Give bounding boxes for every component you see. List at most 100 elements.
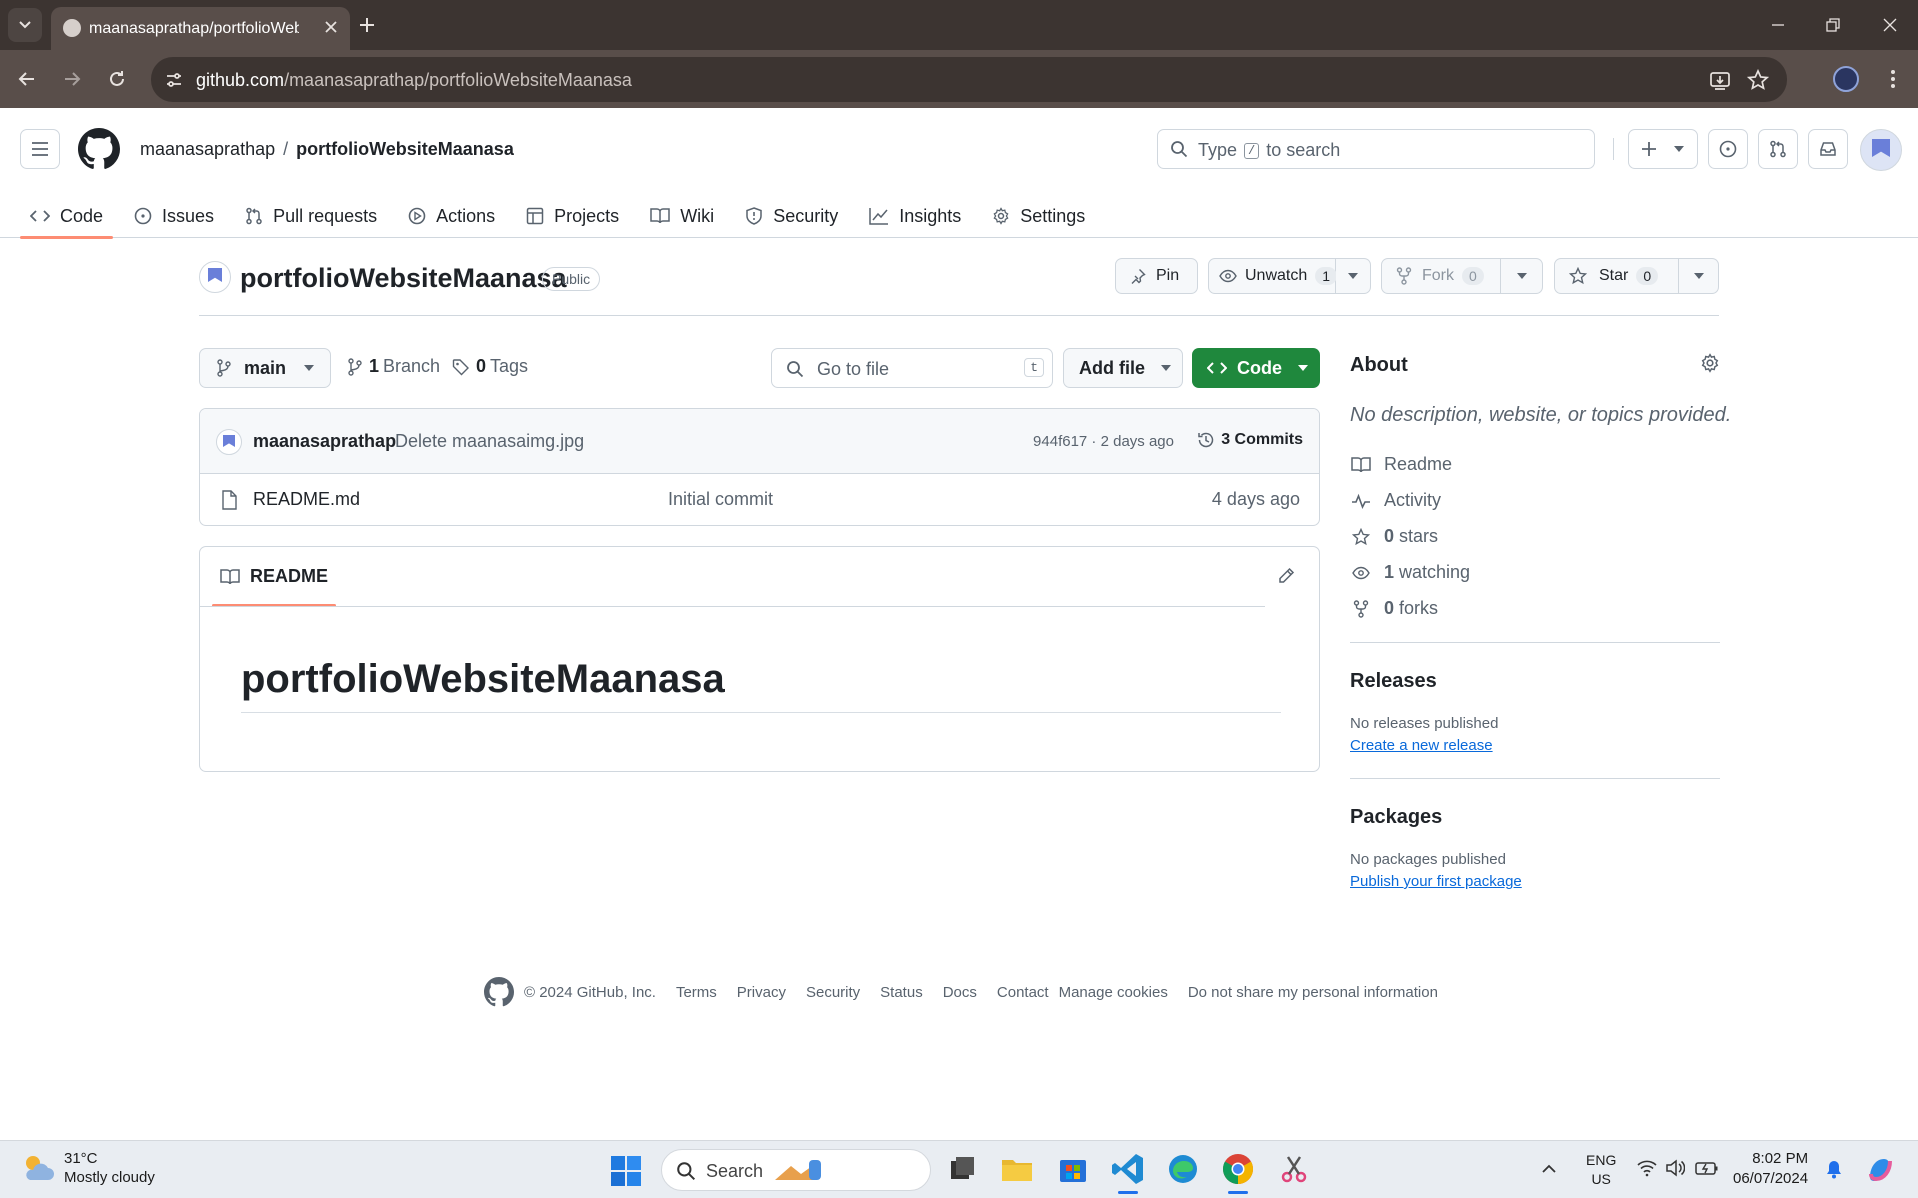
- edge-icon[interactable]: [1165, 1151, 1201, 1187]
- profile-avatar-button[interactable]: [1829, 62, 1863, 96]
- file-name-link[interactable]: README.md: [253, 489, 360, 510]
- pull-requests-button[interactable]: [1758, 129, 1798, 169]
- tab-wiki[interactable]: Wiki: [640, 194, 724, 238]
- create-release-link[interactable]: Create a new release: [1350, 737, 1493, 754]
- readme-link[interactable]: Readme: [1350, 454, 1452, 475]
- forward-button[interactable]: [55, 62, 89, 96]
- snipping-tool-icon[interactable]: [1276, 1151, 1312, 1187]
- watch-options-dropdown[interactable]: [1336, 258, 1371, 294]
- chevron-down-icon: [19, 21, 31, 29]
- restore-button[interactable]: [1813, 8, 1853, 42]
- footer-link-docs[interactable]: Docs: [943, 984, 977, 1001]
- tags-link[interactable]: 0 Tags: [452, 356, 528, 377]
- inbox-button[interactable]: [1808, 129, 1848, 169]
- task-view-icon[interactable]: [944, 1151, 980, 1187]
- footer-link-manage-cookies[interactable]: Manage cookies: [1059, 984, 1168, 1001]
- tray-overflow-chevron-icon[interactable]: [1540, 1151, 1558, 1187]
- commit-author-link[interactable]: maanasaprathap: [253, 431, 396, 452]
- close-window-button[interactable]: [1870, 8, 1910, 42]
- branch-selector[interactable]: main: [199, 348, 331, 388]
- address-bar[interactable]: github.com/maanasaprathap/portfolioWebsi…: [151, 57, 1787, 102]
- star-lists-dropdown[interactable]: [1679, 258, 1719, 294]
- tab-search-button[interactable]: [8, 8, 42, 42]
- activity-link[interactable]: Activity: [1350, 490, 1441, 511]
- repo-name[interactable]: portfolioWebsiteMaanasa: [240, 263, 567, 294]
- footer-link-status[interactable]: Status: [880, 984, 923, 1001]
- stars-link[interactable]: 0 stars: [1350, 526, 1438, 547]
- commits-history-link[interactable]: 3 Commits: [1197, 431, 1303, 449]
- create-new-button[interactable]: [1628, 129, 1698, 169]
- weather-widget[interactable]: 31°C Mostly cloudy: [20, 1149, 155, 1187]
- fork-button[interactable]: Fork 0: [1381, 258, 1501, 294]
- install-app-icon[interactable]: [1709, 69, 1731, 91]
- watching-link[interactable]: 1 watching: [1350, 562, 1470, 583]
- tab-pull-requests[interactable]: Pull requests: [235, 194, 387, 238]
- tab-projects[interactable]: Projects: [516, 194, 629, 238]
- breadcrumb-owner-link[interactable]: maanasaprathap: [140, 139, 275, 159]
- forks-link[interactable]: 0 forks: [1350, 598, 1438, 619]
- gear-icon[interactable]: [1700, 353, 1720, 373]
- battery-icon[interactable]: [1695, 1159, 1719, 1177]
- unwatch-button[interactable]: Unwatch 1: [1208, 258, 1338, 294]
- star-button[interactable]: Star 0: [1554, 258, 1679, 294]
- commit-message-link[interactable]: Delete maanasaimg.jpg: [395, 431, 584, 452]
- system-clock[interactable]: 8:02 PM 06/07/2024: [1733, 1149, 1808, 1189]
- publish-package-link[interactable]: Publish your first package: [1350, 873, 1522, 890]
- add-file-button[interactable]: Add file: [1063, 348, 1183, 388]
- file-commit-message-link[interactable]: Initial commit: [668, 489, 773, 510]
- chrome-icon[interactable]: [1220, 1151, 1256, 1194]
- tab-security[interactable]: Security: [735, 194, 848, 238]
- global-menu-button[interactable]: [20, 129, 60, 169]
- github-logo-icon[interactable]: [484, 977, 514, 1007]
- footer-link-terms[interactable]: Terms: [676, 984, 717, 1001]
- new-tab-button[interactable]: [350, 8, 384, 42]
- pencil-icon[interactable]: [1277, 567, 1295, 585]
- branches-link[interactable]: 1 Branch: [347, 356, 440, 377]
- footer-link-contact[interactable]: Contact: [997, 984, 1049, 1001]
- tab-issues[interactable]: Issues: [124, 194, 224, 238]
- back-button[interactable]: [10, 62, 44, 96]
- issues-button[interactable]: [1708, 129, 1748, 169]
- tab-actions[interactable]: Actions: [398, 194, 505, 238]
- site-info-icon[interactable]: [161, 67, 186, 92]
- releases-heading[interactable]: Releases: [1350, 670, 1437, 693]
- minimize-button[interactable]: [1758, 8, 1798, 42]
- taskbar-search[interactable]: Search: [661, 1149, 931, 1191]
- search-placeholder: Type / to search: [1198, 140, 1340, 161]
- packages-heading[interactable]: Packages: [1350, 806, 1442, 829]
- footer-link-security[interactable]: Security: [806, 984, 860, 1001]
- fork-options-dropdown[interactable]: [1501, 258, 1543, 294]
- tab-close-icon[interactable]: [322, 18, 340, 36]
- breadcrumb-repo-link[interactable]: portfolioWebsiteMaanasa: [296, 139, 514, 159]
- commit-author-avatar[interactable]: [216, 429, 242, 455]
- file-explorer-icon[interactable]: [999, 1151, 1035, 1187]
- tab-insights[interactable]: Insights: [859, 194, 971, 238]
- language-indicator[interactable]: ENG US: [1586, 1151, 1616, 1189]
- table-row[interactable]: README.md Initial commit 4 days ago: [200, 474, 1319, 525]
- wifi-icon[interactable]: [1637, 1159, 1657, 1177]
- readme-tab[interactable]: README: [212, 547, 337, 607]
- code-button[interactable]: Code: [1192, 348, 1320, 388]
- bookmark-star-icon[interactable]: [1747, 69, 1769, 91]
- notification-bell-icon[interactable]: [1825, 1159, 1843, 1179]
- commit-hash-and-time[interactable]: 944f617 · 2 days ago: [1033, 433, 1174, 450]
- github-logo-icon[interactable]: [78, 128, 120, 170]
- pin-button[interactable]: Pin: [1115, 258, 1198, 294]
- copilot-icon[interactable]: [1862, 1151, 1898, 1187]
- microsoft-store-icon[interactable]: [1055, 1151, 1091, 1187]
- browser-menu-button[interactable]: [1876, 62, 1910, 96]
- browser-tab-active[interactable]: maanasaprathap/portfolioWebsiteMaanasa: [51, 7, 350, 50]
- go-to-file-input[interactable]: Go to file t: [771, 348, 1053, 388]
- vscode-icon[interactable]: [1110, 1151, 1146, 1194]
- github-search-input[interactable]: Type / to search: [1157, 129, 1595, 169]
- tab-code[interactable]: Code: [20, 194, 114, 239]
- browser-toolbar: github.com/maanasaprathap/portfolioWebsi…: [0, 50, 1918, 108]
- tab-settings[interactable]: Settings: [982, 194, 1095, 238]
- search-shortcut-key: /: [1244, 143, 1260, 159]
- footer-link-privacy[interactable]: Privacy: [737, 984, 786, 1001]
- volume-icon[interactable]: [1665, 1159, 1685, 1177]
- footer-link-do-not-share[interactable]: Do not share my personal information: [1188, 984, 1438, 1001]
- reload-button[interactable]: [100, 62, 134, 96]
- start-button[interactable]: [610, 1155, 642, 1187]
- user-avatar[interactable]: [1860, 129, 1902, 171]
